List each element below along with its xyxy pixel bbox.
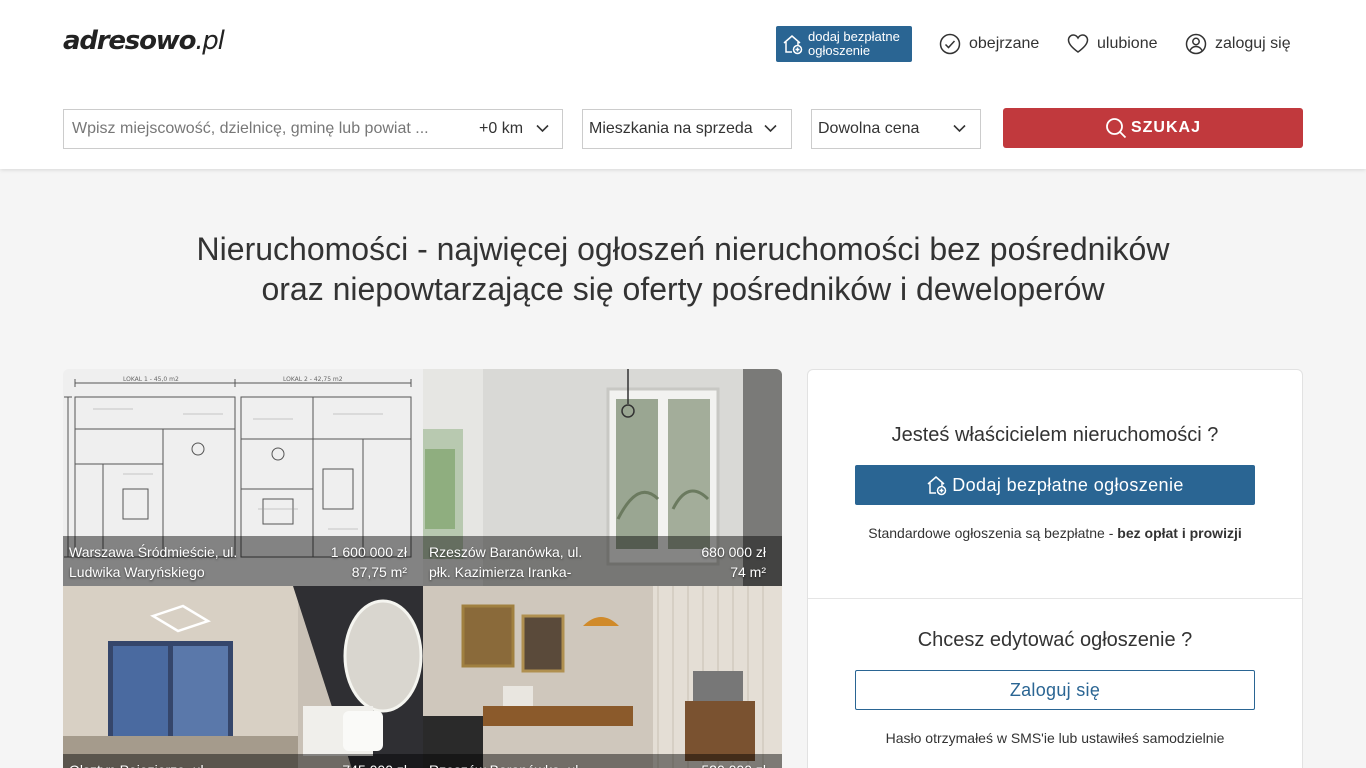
location-search-input[interactable] <box>64 110 469 148</box>
listing-area: 74 m² <box>730 564 766 580</box>
logo-suffix: .pl <box>195 26 225 56</box>
house-plus-icon <box>783 35 803 55</box>
listing-card[interactable]: Olsztyn Pojezierze, ul. 745 000 zł <box>63 586 423 768</box>
headline-line-1: Nieruchomości - najwięcej ogłoszeń nieru… <box>196 231 1170 267</box>
listing-card[interactable]: Rzeszów Baranówka, ul. 520 000 zł <box>423 586 782 768</box>
add-listing-button[interactable]: dodaj bezpłatne ogłoszenie <box>776 26 912 62</box>
location-line: Ludwika Waryńskiego <box>69 564 205 580</box>
add-listing-label: dodaj bezpłatne ogłoszenie <box>808 29 900 58</box>
location-line: płk. Kazimierza Iranka- <box>429 564 572 580</box>
property-type-select[interactable]: Mieszkania na sprzedaż <box>582 109 792 149</box>
password-note: Hasło otrzymałeś w SMS'ie lub ustawiłeś … <box>885 730 1225 746</box>
logo-main: adresowo <box>63 26 196 56</box>
owner-panel: Jesteś właścicielem nieruchomości ? Doda… <box>807 369 1303 768</box>
location-line: Rzeszów Baranówka, ul. <box>429 760 659 768</box>
check-circle-icon <box>939 33 961 55</box>
nav-viewed-label: obejrzane <box>969 35 1040 52</box>
panel-add-listing-button[interactable]: Dodaj bezpłatne ogłoszenie <box>855 465 1255 505</box>
listing-location: Rzeszów Baranówka, ul. <box>429 760 659 768</box>
nav-favorites[interactable]: ulubione <box>1067 30 1158 58</box>
search-button-label: SZUKAJ <box>1130 119 1201 136</box>
listing-price-area: 680 000 zł 74 m² <box>701 542 766 582</box>
location-line: Warszawa Śródmieście, ul. <box>69 544 238 560</box>
chevron-down-icon <box>953 124 966 133</box>
location-line: Rzeszów Baranówka, ul. <box>429 544 583 560</box>
listing-location: Warszawa Śródmieście, ul. Ludwika Waryńs… <box>69 542 299 582</box>
chevron-down-icon <box>764 124 777 133</box>
heart-icon <box>1067 34 1089 53</box>
panel-divider <box>808 598 1302 599</box>
search-icon <box>1106 118 1127 139</box>
listing-caption: Olsztyn Pojezierze, ul. 745 000 zł <box>63 754 423 768</box>
headline-line-2: oraz niepowtarzające się oferty pośredni… <box>261 271 1105 307</box>
svg-text:LOKAL 2 - 42,75 m2: LOKAL 2 - 42,75 m2 <box>283 376 343 383</box>
nav-login-label: zaloguj się <box>1215 35 1291 52</box>
nav-favorites-label: ulubione <box>1097 35 1158 52</box>
search-button[interactable]: SZUKAJ <box>1003 108 1303 148</box>
listing-caption: Rzeszów Baranówka, ul. płk. Kazimierza I… <box>423 536 782 586</box>
listing-caption: Warszawa Śródmieście, ul. Ludwika Waryńs… <box>63 536 423 586</box>
panel-add-listing-label: Dodaj bezpłatne ogłoszenie <box>952 474 1184 495</box>
free-note-emphasis: bez opłat i prowizji <box>1117 525 1242 541</box>
nav-viewed[interactable]: obejrzane <box>939 30 1039 58</box>
radius-value[interactable]: +0 km <box>479 120 523 138</box>
page-headline: Nieruchomości - najwięcej ogłoszeń nieru… <box>0 229 1366 309</box>
location-line: Olsztyn Pojezierze, ul. <box>69 760 299 768</box>
listing-card[interactable]: Rzeszów Baranówka, ul. płk. Kazimierza I… <box>423 369 782 586</box>
user-circle-icon <box>1185 33 1207 55</box>
chevron-down-icon[interactable] <box>536 124 549 133</box>
free-listing-note: Standardowe ogłoszenia są bezpłatne - be… <box>808 525 1302 541</box>
listing-photo-study-room <box>423 586 782 768</box>
edit-question: Chcesz edytować ogłoszenie ? <box>917 629 1193 651</box>
site-logo[interactable]: adresowo.pl <box>63 26 225 56</box>
listing-photo-living-room <box>63 586 423 768</box>
svg-text:LOKAL 1 - 45,0 m2: LOKAL 1 - 45,0 m2 <box>123 376 179 383</box>
listing-card[interactable]: LOKAL 1 - 45,0 m2 LOKAL 2 - 42,75 m2 War… <box>63 369 423 586</box>
listing-price: 745 000 zł <box>342 760 407 768</box>
owner-question: Jesteś właścicielem nieruchomości ? <box>891 424 1219 446</box>
property-type-value: Mieszkania na sprzedaż <box>589 120 753 137</box>
price-value: Dowolna cena <box>818 120 920 137</box>
listing-location: Olsztyn Pojezierze, ul. <box>69 760 299 768</box>
listing-location: Rzeszów Baranówka, ul. płk. Kazimierza I… <box>429 542 659 582</box>
listing-price-area: 520 000 zł <box>701 760 766 768</box>
listing-caption: Rzeszów Baranówka, ul. 520 000 zł <box>423 754 782 768</box>
site-header: adresowo.pl dodaj bezpłatne ogłoszenie o… <box>0 0 1366 169</box>
location-search-box: +0 km <box>63 109 563 149</box>
price-select[interactable]: Dowolna cena <box>811 109 981 149</box>
listing-price: 1 600 000 zł <box>330 544 407 560</box>
featured-listings-grid: LOKAL 1 - 45,0 m2 LOKAL 2 - 42,75 m2 War… <box>63 369 782 768</box>
listing-price-area: 1 600 000 zł 87,75 m² <box>331 542 407 582</box>
listing-area: 87,75 m² <box>351 564 407 580</box>
listing-price: 520 000 zł <box>701 760 766 768</box>
free-note-text: Standardowe ogłoszenia są bezpłatne - <box>868 525 1118 541</box>
listing-price-area: 745 000 zł <box>342 760 407 768</box>
nav-login[interactable]: zaloguj się <box>1185 30 1291 58</box>
house-plus-icon <box>927 476 947 496</box>
panel-login-button[interactable]: Zaloguj się <box>855 670 1255 710</box>
listing-price: 680 000 zł <box>701 544 766 560</box>
